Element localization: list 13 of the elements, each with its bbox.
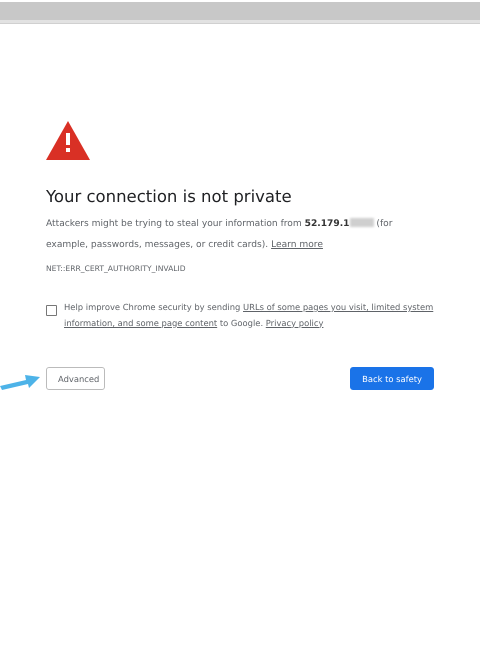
learn-more-link[interactable]: Learn more: [271, 240, 323, 250]
redaction-mark: [350, 218, 374, 227]
urls-link[interactable]: URLs of some pages you visit, limited system: [243, 302, 434, 312]
advanced-button[interactable]: Advanced: [46, 367, 105, 390]
back-to-safety-button[interactable]: Back to safety: [350, 367, 434, 390]
consent-text: Help improve Chrome security by sending URLs of some pages you visit, limited system information, and some page content to Google. Privacy policy: [64, 301, 434, 330]
warning-icon: [46, 121, 90, 160]
checkbox[interactable]: [46, 305, 57, 316]
warning-message: Attackers might be trying to steal your information from 52.179.1 (for example, passwords, messages, or credit cards). Learn more: [46, 217, 394, 252]
urls-link[interactable]: information, and some page content: [64, 318, 218, 328]
privacy-policy-link[interactable]: Privacy policy: [266, 318, 324, 328]
page-heading: Your connection is not private: [46, 187, 293, 206]
pointer-arrow: [0, 372, 40, 390]
